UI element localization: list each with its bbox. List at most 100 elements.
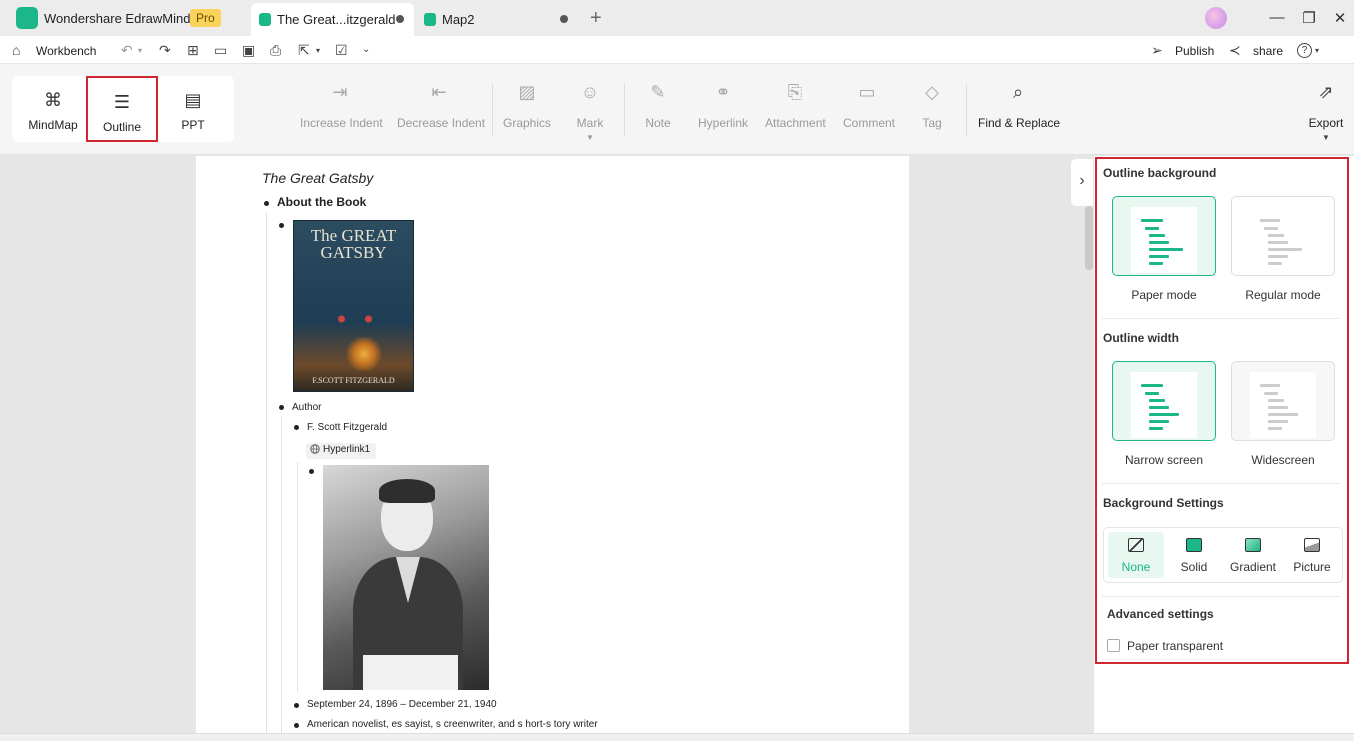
- vertical-scrollbar[interactable]: [1085, 206, 1093, 270]
- document-tab-map2[interactable]: Map2: [416, 3, 579, 36]
- graphics-button[interactable]: ▨ Graphics: [503, 82, 551, 130]
- avatar[interactable]: [1205, 7, 1227, 29]
- decrease-indent-button[interactable]: ⇤ Decrease Indent: [397, 82, 485, 130]
- widescreen-option[interactable]: [1231, 361, 1335, 441]
- new-file-icon[interactable]: ⊞: [187, 42, 199, 59]
- home-icon[interactable]: ⌂: [12, 42, 20, 58]
- help-dropdown-icon[interactable]: ▾: [1315, 46, 1319, 55]
- link-icon: ⚭: [715, 82, 731, 102]
- export-dropdown-icon[interactable]: ▼: [1322, 133, 1330, 142]
- collapse-panel-chevron-icon[interactable]: ›: [1071, 159, 1093, 206]
- outline-title[interactable]: The Great Gatsby: [262, 170, 373, 186]
- status-bar: [0, 733, 1354, 741]
- attachment-label: Attachment: [765, 116, 826, 130]
- bg-none-option[interactable]: None: [1108, 532, 1164, 578]
- narrow-screen-thumbnail: [1131, 372, 1197, 438]
- tag-label: Tag: [922, 116, 942, 130]
- share-icon[interactable]: ≺: [1229, 42, 1241, 59]
- edit-check-icon[interactable]: ☑: [335, 42, 348, 59]
- redo-icon[interactable]: ↷: [159, 42, 171, 59]
- save-icon[interactable]: ▣: [242, 42, 255, 59]
- book-cover-author: F.SCOTT FITZGERALD: [312, 376, 395, 385]
- bg-gradient-option[interactable]: Gradient: [1225, 532, 1281, 578]
- export-file-icon[interactable]: ⇱: [298, 42, 310, 59]
- outline-view-button[interactable]: ☰ Outline: [86, 76, 158, 142]
- bg-picture-option[interactable]: Picture: [1284, 532, 1340, 578]
- outline-topic-author[interactable]: Author: [292, 402, 321, 413]
- help-icon[interactable]: ?: [1297, 43, 1312, 58]
- document-tab-gatsby[interactable]: The Great...itzgerald: [251, 3, 414, 36]
- find-replace-label: Find & Replace: [978, 116, 1061, 130]
- print-icon[interactable]: ⎙: [270, 42, 281, 59]
- outline-icon: ☰: [113, 92, 131, 112]
- export-dropdown-icon[interactable]: ▾: [316, 46, 320, 55]
- undo-icon[interactable]: ↶: [121, 42, 133, 59]
- publish-button[interactable]: Publish: [1175, 44, 1214, 58]
- toolbar-divider: [966, 84, 967, 136]
- outline-label: Outline: [102, 120, 142, 134]
- bullet-icon: [294, 425, 299, 430]
- graphics-label: Graphics: [503, 116, 552, 130]
- cover-city-lights: [344, 337, 384, 371]
- mark-button[interactable]: ☺ Mark: [570, 82, 610, 130]
- outline-guide-line: [266, 212, 267, 734]
- close-icon[interactable]: ✕: [1330, 9, 1350, 27]
- minimize-icon[interactable]: —: [1267, 9, 1287, 26]
- outline-canvas: The Great Gatsby About the Book The GREA…: [0, 156, 1094, 734]
- outline-width-heading: Outline width: [1103, 331, 1179, 345]
- note-pen-icon: ✎: [650, 82, 666, 102]
- comment-button[interactable]: ▭ Comment: [843, 82, 895, 130]
- mark-label: Mark: [576, 116, 604, 130]
- paper-transparent-label[interactable]: Paper transparent: [1127, 639, 1223, 653]
- share-button[interactable]: share: [1253, 44, 1283, 58]
- note-label: Note: [645, 116, 671, 130]
- undo-dropdown-icon[interactable]: ▾: [138, 46, 142, 55]
- book-cover-image[interactable]: The GREAT GATSBY F.SCOTT FITZGERALD: [293, 220, 414, 392]
- new-tab-plus-icon[interactable]: +: [590, 7, 602, 30]
- unsaved-dot-icon[interactable]: [396, 15, 404, 23]
- book-cover-title-2: GATSBY: [320, 243, 387, 262]
- regular-mode-label: Regular mode: [1245, 288, 1321, 302]
- hyperlink-button[interactable]: ⚭ Hyperlink: [697, 82, 749, 130]
- note-button[interactable]: ✎ Note: [640, 82, 676, 130]
- section-divider: [1102, 483, 1340, 484]
- export-button[interactable]: ⇗ Export: [1306, 82, 1346, 130]
- hyperlink-chip[interactable]: Hyperlink1: [306, 443, 377, 459]
- customize-dropdown-icon[interactable]: ⌄: [362, 44, 370, 55]
- mark-dropdown-icon[interactable]: ▼: [586, 133, 594, 142]
- toolbar-divider: [492, 84, 493, 136]
- widescreen-thumbnail: [1250, 372, 1316, 438]
- pro-badge[interactable]: Pro: [190, 9, 221, 27]
- toolbar-divider: [624, 84, 625, 136]
- outline-topic-author-name[interactable]: F. Scott Fitzgerald: [307, 422, 387, 433]
- bg-solid-option[interactable]: Solid: [1166, 532, 1222, 578]
- paper-transparent-checkbox[interactable]: [1107, 639, 1120, 652]
- picture-icon: [1304, 538, 1320, 552]
- author-portrait-image[interactable]: [323, 465, 489, 690]
- mindmap-file-icon: [424, 13, 436, 26]
- find-replace-button[interactable]: ⌕ Find & Replace: [978, 82, 1061, 130]
- narrow-screen-option[interactable]: [1112, 361, 1216, 441]
- outline-topic-about[interactable]: About the Book: [277, 195, 366, 209]
- globe-icon: [310, 444, 320, 454]
- outline-guide-line: [281, 416, 282, 734]
- publish-icon[interactable]: ➢: [1151, 42, 1163, 59]
- attachment-button[interactable]: ⎘ Attachment: [765, 82, 826, 130]
- paperclip-icon: ⎘: [787, 82, 803, 102]
- ribbon-toolbar: ⌘ MindMap ☰ Outline ▤ PPT ⇥ Increase Ind…: [0, 64, 1354, 155]
- workbench-button[interactable]: Workbench: [36, 44, 96, 58]
- open-folder-icon[interactable]: ▭: [214, 42, 227, 59]
- unsaved-dot-icon[interactable]: [560, 15, 568, 23]
- mindmap-view-button[interactable]: ⌘ MindMap: [17, 76, 89, 142]
- outline-topic-dates[interactable]: September 24, 1896 – December 21, 1940: [307, 699, 497, 710]
- edrawmind-window: Wondershare EdrawMind Pro The Great...it…: [0, 0, 1354, 741]
- outline-topic-occupation[interactable]: American novelist, es sayist, s creenwri…: [307, 719, 598, 730]
- paper-mode-option[interactable]: [1112, 196, 1216, 276]
- regular-mode-option[interactable]: [1231, 196, 1335, 276]
- decrease-indent-icon: ⇤: [431, 82, 447, 102]
- ppt-view-button[interactable]: ▤ PPT: [157, 76, 229, 142]
- maximize-icon[interactable]: ❐: [1299, 9, 1319, 27]
- tag-button[interactable]: ◇ Tag: [918, 82, 946, 130]
- increase-indent-button[interactable]: ⇥ Increase Indent: [300, 82, 383, 130]
- mindmap-file-icon: [259, 13, 271, 26]
